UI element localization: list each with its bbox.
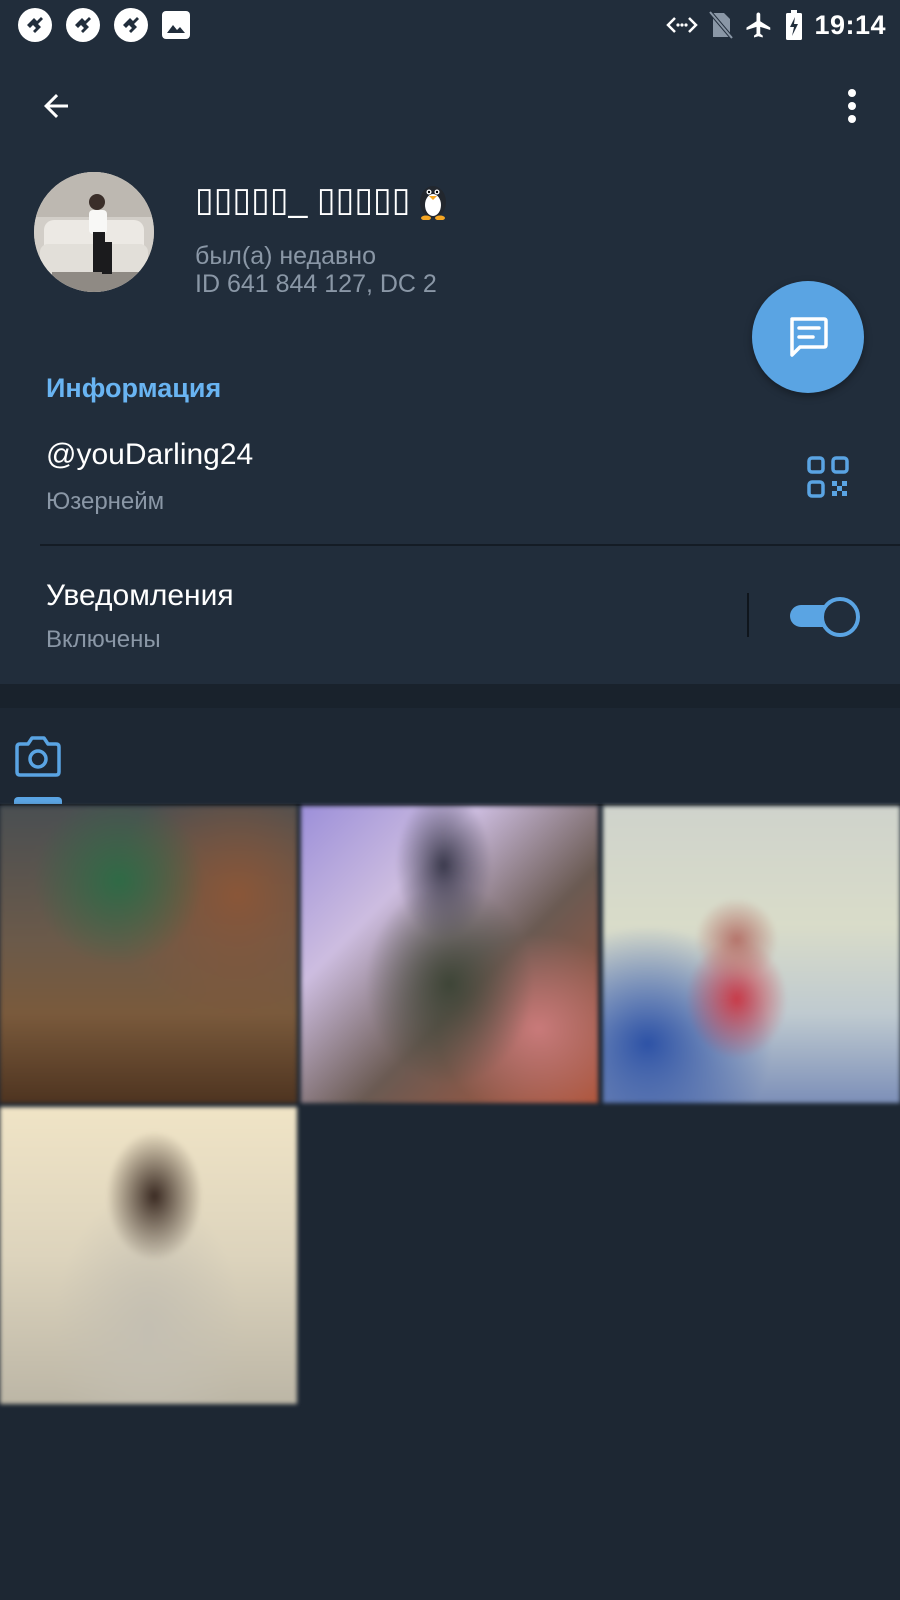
media-tabs bbox=[0, 708, 900, 806]
more-vertical-icon bbox=[848, 89, 856, 123]
battery-charging-icon bbox=[786, 10, 803, 40]
qr-code-button[interactable] bbox=[806, 455, 850, 499]
profile-status: был(а) недавно ID 641 844 127, DC 2 bbox=[195, 242, 437, 298]
system-icons: 19:14 bbox=[666, 8, 886, 42]
notifications-title[interactable]: Уведомления bbox=[46, 579, 234, 613]
media-thumbnail[interactable] bbox=[603, 806, 900, 1103]
username-value[interactable]: @youDarling24 bbox=[46, 438, 253, 472]
app-notification-icon bbox=[18, 8, 52, 42]
app-notification-icon bbox=[66, 8, 100, 42]
active-tab-indicator bbox=[14, 797, 62, 804]
more-options-button[interactable] bbox=[832, 82, 872, 130]
username-label: Юзернейм bbox=[46, 488, 165, 515]
info-section: Информация @youDarling24 Юзернейм Уведом… bbox=[0, 337, 900, 684]
media-thumbnail[interactable] bbox=[0, 1107, 297, 1404]
status-bar: 19:14 bbox=[0, 0, 900, 52]
info-section-title: Информация bbox=[46, 373, 222, 403]
image-icon bbox=[162, 11, 190, 39]
penguin-icon bbox=[420, 186, 447, 220]
back-button[interactable] bbox=[32, 82, 80, 130]
camera-icon bbox=[15, 736, 61, 777]
last-seen: был(а) недавно bbox=[195, 242, 377, 270]
tab-photos[interactable] bbox=[14, 734, 62, 778]
toggle-knob bbox=[820, 597, 860, 637]
divider bbox=[40, 544, 900, 546]
notification-icons bbox=[18, 8, 190, 42]
profile-name-text: ▯▯▯▯▯_ ▯▯▯▯▯ bbox=[195, 181, 411, 219]
notifications-status: Включены bbox=[46, 626, 161, 653]
avatar[interactable] bbox=[34, 172, 154, 292]
airplane-icon bbox=[746, 12, 771, 38]
notifications-toggle[interactable] bbox=[790, 597, 860, 637]
media-thumbnail[interactable] bbox=[0, 806, 297, 1103]
clock: 19:14 bbox=[814, 9, 886, 40]
profile-header: ▯▯▯▯▯_ ▯▯▯▯▯ был(а) недавно ID 641 844 1… bbox=[0, 52, 900, 337]
send-message-button[interactable] bbox=[752, 281, 864, 393]
qr-code-icon bbox=[807, 456, 849, 498]
data-transfer-icon bbox=[666, 17, 699, 33]
app-notification-icon bbox=[114, 8, 148, 42]
section-gap bbox=[0, 684, 900, 708]
back-arrow-icon bbox=[44, 94, 68, 118]
media-thumbnail[interactable] bbox=[301, 806, 598, 1103]
user-id: ID 641 844 127, DC 2 bbox=[195, 270, 437, 298]
message-icon bbox=[790, 317, 828, 357]
profile-name: ▯▯▯▯▯_ ▯▯▯▯▯ bbox=[195, 180, 450, 220]
no-sim-icon bbox=[708, 10, 734, 40]
vertical-separator bbox=[747, 593, 749, 637]
